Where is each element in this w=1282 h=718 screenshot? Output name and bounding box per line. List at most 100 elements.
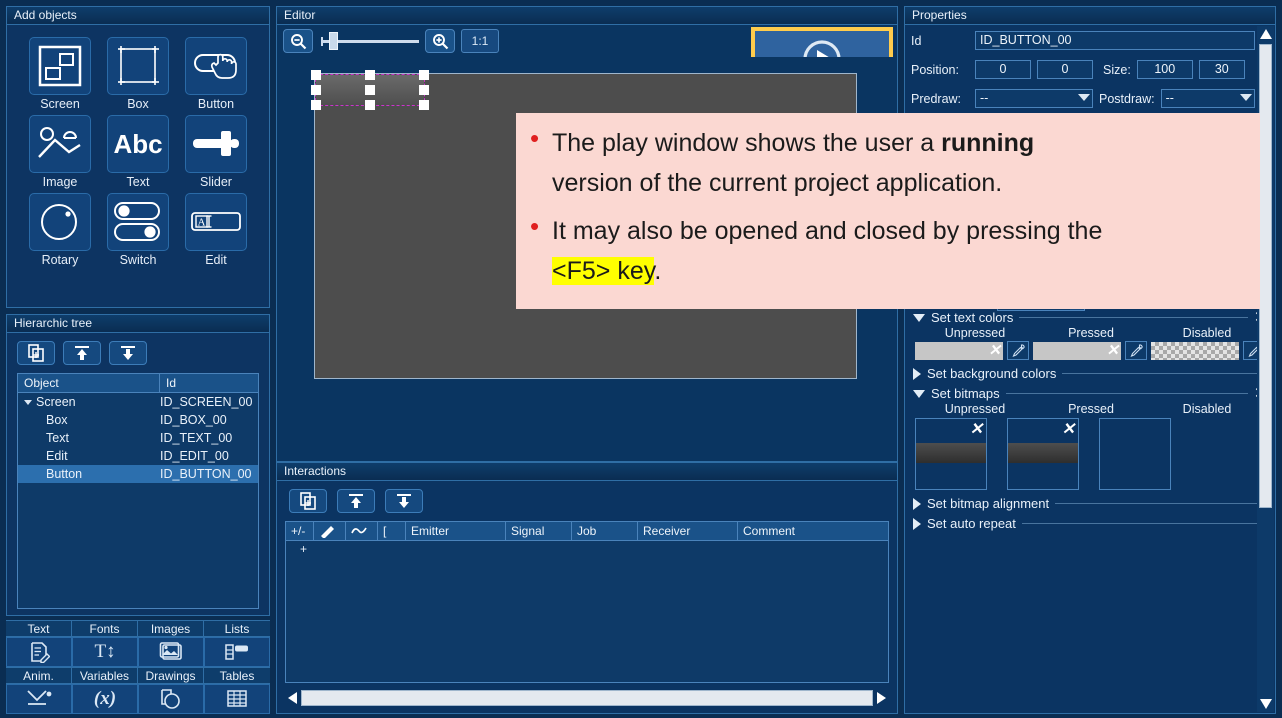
text-color-unpressed-swatch[interactable]: ✕ (915, 341, 1003, 360)
edit-field-icon[interactable]: A (185, 193, 247, 251)
move-up-icon[interactable] (337, 489, 375, 513)
vscrollbar-thumb[interactable] (1259, 44, 1272, 508)
bitmap-disabled[interactable] (1099, 418, 1171, 490)
move-down-icon[interactable] (385, 489, 423, 513)
column-add-remove[interactable]: +/- (286, 522, 314, 540)
add-object-image[interactable]: Image (21, 115, 99, 189)
column-bracket[interactable]: [ (378, 522, 406, 540)
id-input[interactable]: ID_BUTTON_00 (975, 31, 1255, 50)
slider-icon[interactable] (185, 115, 247, 173)
chevron-down-icon[interactable] (24, 400, 32, 405)
hierarchic-tree-list[interactable]: Object Id Screen ID_SCREEN_00 Box ID_BOX… (17, 373, 259, 609)
section-set-text-colors[interactable]: Set text colors ✕ (905, 308, 1275, 325)
add-object-slider[interactable]: Slider (177, 115, 255, 189)
tab-lists[interactable]: Lists (204, 620, 270, 637)
section-set-bitmap-alignment[interactable]: Set bitmap alignment (905, 494, 1275, 511)
tab-fonts[interactable]: Fonts (72, 620, 138, 637)
chevron-right-icon[interactable] (913, 497, 921, 510)
drawings-icon[interactable] (138, 684, 204, 714)
zoom-slider[interactable] (319, 29, 419, 53)
pen-icon[interactable] (314, 522, 346, 540)
chevron-down-icon[interactable] (913, 313, 925, 322)
move-down-icon[interactable] (109, 341, 147, 365)
resize-handle-se[interactable] (419, 100, 429, 110)
animation-icon[interactable] (6, 684, 72, 714)
eyedropper-icon-pressed[interactable] (1125, 341, 1147, 360)
add-object-text[interactable]: Abc Text (99, 115, 177, 189)
table-row[interactable]: Edit ID_EDIT_00 (18, 447, 258, 465)
text-color-disabled-swatch[interactable] (1151, 341, 1239, 360)
move-up-icon[interactable] (63, 341, 101, 365)
column-emitter[interactable]: Emitter (406, 522, 506, 540)
interactions-add-row[interactable]: + (286, 541, 888, 559)
text-document-icon[interactable] (6, 637, 72, 667)
resize-handle-e[interactable] (419, 85, 429, 95)
image-icon[interactable] (29, 115, 91, 173)
rotary-icon[interactable] (29, 193, 91, 251)
bitmap-pressed[interactable]: ✕ (1007, 418, 1079, 490)
switch-icon[interactable] (107, 193, 169, 251)
add-object-screen[interactable]: Screen (21, 37, 99, 111)
interactions-table[interactable]: +/- [ Emitter Signal Job Receiver Commen… (285, 521, 889, 683)
move-handle-center[interactable] (365, 85, 375, 95)
table-row-selected[interactable]: Button ID_BUTTON_00 (18, 465, 258, 483)
button-icon[interactable] (185, 37, 247, 95)
position-y-input[interactable]: 0 (1037, 60, 1093, 79)
scroll-down-icon[interactable] (1257, 696, 1274, 712)
tab-anim[interactable]: Anim. (6, 667, 72, 684)
add-object-switch[interactable]: Switch (99, 193, 177, 267)
column-receiver[interactable]: Receiver (638, 522, 738, 540)
tab-drawings[interactable]: Drawings (138, 667, 204, 684)
size-height-input[interactable]: 30 (1198, 60, 1245, 79)
tab-variables[interactable]: Variables (72, 667, 138, 684)
add-object-rotary[interactable]: Rotary (21, 193, 99, 267)
add-object-button[interactable]: Button (177, 37, 255, 111)
table-row[interactable]: Box ID_BOX_00 (18, 411, 258, 429)
add-object-edit[interactable]: A Edit (177, 193, 255, 267)
column-job[interactable]: Job (572, 522, 638, 540)
tab-tables[interactable]: Tables (204, 667, 270, 684)
scroll-up-icon[interactable] (1257, 26, 1274, 42)
tab-text[interactable]: Text (6, 620, 72, 637)
table-row[interactable]: Text ID_TEXT_00 (18, 429, 258, 447)
interactions-hscrollbar[interactable] (285, 689, 889, 707)
section-set-auto-repeat[interactable]: Set auto repeat (905, 514, 1275, 531)
bitmap-unpressed[interactable]: ✕ (915, 418, 987, 490)
text-color-pressed-swatch[interactable]: ✕ (1033, 341, 1121, 360)
scroll-left-icon[interactable] (285, 689, 301, 707)
variables-icon[interactable]: (x) (72, 684, 138, 714)
text-abc-icon[interactable]: Abc (107, 115, 169, 173)
chevron-down-icon[interactable] (913, 389, 925, 398)
tables-icon[interactable] (204, 684, 270, 714)
resize-handle-s[interactable] (365, 100, 375, 110)
add-object-box[interactable]: Box (99, 37, 177, 111)
size-width-input[interactable]: 100 (1136, 60, 1193, 79)
resize-handle-sw[interactable] (311, 100, 321, 110)
add-child-icon[interactable] (17, 341, 55, 365)
wave-icon[interactable] (346, 522, 378, 540)
box-icon[interactable] (107, 37, 169, 95)
resize-handle-w[interactable] (311, 85, 321, 95)
hscrollbar-thumb[interactable] (301, 690, 873, 706)
images-icon[interactable] (138, 637, 204, 667)
resize-handle-n[interactable] (365, 70, 375, 80)
lists-icon[interactable] (204, 637, 270, 667)
column-signal[interactable]: Signal (506, 522, 572, 540)
zoom-ratio-button[interactable]: 1:1 (461, 29, 499, 53)
chevron-right-icon[interactable] (913, 367, 921, 380)
column-comment[interactable]: Comment (738, 522, 888, 540)
zoom-slider-knob[interactable] (329, 32, 338, 50)
section-set-bitmaps[interactable]: Set bitmaps ✕ (905, 384, 1275, 401)
scroll-right-icon[interactable] (873, 689, 889, 707)
eyedropper-icon-unpressed[interactable] (1007, 341, 1029, 360)
table-row[interactable]: Screen ID_SCREEN_00 (18, 393, 258, 411)
add-interaction-icon[interactable] (289, 489, 327, 513)
chevron-right-icon[interactable] (913, 517, 921, 530)
zoom-in-icon[interactable] (425, 29, 455, 53)
tab-images[interactable]: Images (138, 620, 204, 637)
position-x-input[interactable]: 0 (975, 60, 1031, 79)
section-set-background-colors[interactable]: Set background colors (905, 364, 1275, 381)
screen-icon[interactable] (29, 37, 91, 95)
zoom-out-icon[interactable] (283, 29, 313, 53)
resize-handle-nw[interactable] (311, 70, 321, 80)
